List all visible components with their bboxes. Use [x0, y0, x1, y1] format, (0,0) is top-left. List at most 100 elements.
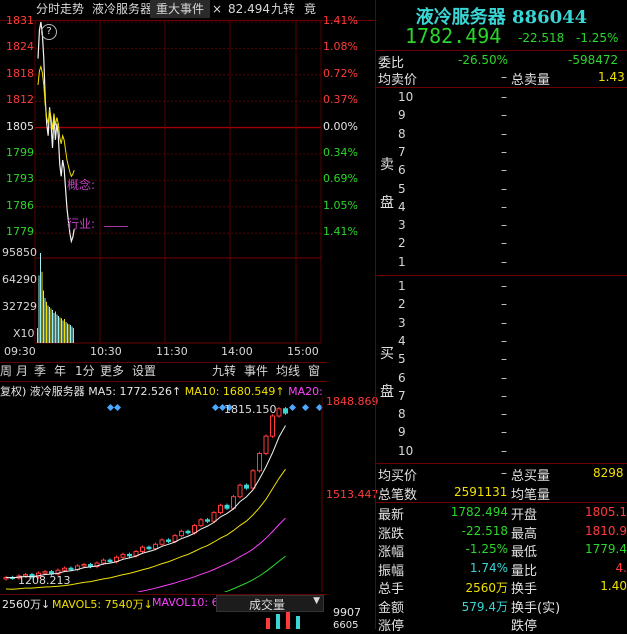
- stat-value-right: 1810.9: [585, 523, 627, 538]
- volume-bar: [47, 305, 49, 343]
- stat-value-right: 1779.4: [585, 542, 627, 556]
- pct-tick: 1.08%: [323, 40, 358, 54]
- candle-body: [270, 415, 275, 437]
- volume-bar: [71, 326, 73, 343]
- total-buy-label: 总买量: [511, 469, 551, 484]
- pct-tick: 0.37%: [323, 93, 358, 107]
- buy-level-dash: –: [501, 315, 507, 330]
- sell-level-dash: –: [501, 218, 507, 233]
- pct-tick: 0.72%: [323, 66, 358, 80]
- volume-bar: [52, 310, 53, 343]
- tab-nine-turn[interactable]: 九转: [271, 0, 295, 18]
- kline-legend: 复权) 液冷服务器 MA5: 1772.526↑ MA10: 1680.549↑…: [0, 383, 323, 398]
- total-trades-val: 2591131: [454, 485, 508, 499]
- candle-body: [263, 435, 269, 454]
- volume-bar: [55, 311, 56, 343]
- vol-axis-2: 6605: [333, 620, 359, 631]
- volume-bar: [40, 253, 41, 343]
- tab-nine-turn-k[interactable]: 九转: [212, 363, 236, 380]
- volume-bar: [59, 317, 61, 343]
- sell-level-dash: –: [501, 90, 507, 104]
- stat-value-left: -1.25%: [465, 542, 508, 556]
- stat-value-right: 1.40: [600, 579, 627, 593]
- candle-body: [159, 539, 165, 545]
- candle-body: [218, 504, 223, 514]
- stat-label-left: 涨停: [378, 619, 405, 634]
- volume-bar: [46, 301, 47, 343]
- sell-level-dash: –: [501, 108, 507, 123]
- event-marker: [113, 403, 122, 412]
- price-tick: 1799: [6, 146, 34, 159]
- tab-settings[interactable]: 设置: [132, 363, 156, 380]
- vol-tick: 64290: [2, 273, 37, 286]
- price-tick: 1805: [6, 119, 34, 133]
- sep-3: [376, 275, 627, 276]
- buy-level-dash: –: [501, 443, 507, 458]
- tab-1min[interactable]: 1分: [75, 363, 95, 380]
- candle-body: [120, 553, 126, 558]
- close-tab-icon[interactable]: ×: [212, 0, 222, 18]
- tab-intraday[interactable]: 分时走势: [36, 0, 84, 18]
- volume-bar: [67, 323, 68, 343]
- tab-quarter[interactable]: 季: [34, 363, 46, 380]
- price-tick: 1793: [6, 172, 34, 186]
- tab-stock-name[interactable]: 液冷服务器: [92, 0, 152, 18]
- tab-more[interactable]: 更多: [100, 363, 124, 380]
- total-trades-label: 总笔数: [378, 488, 418, 503]
- buy-level-num: 7: [398, 388, 406, 403]
- tab-events-k[interactable]: 事件: [244, 363, 268, 380]
- candle-body: [68, 567, 74, 570]
- stat-label-left: 总手: [378, 582, 405, 597]
- sell-level-dash: –: [501, 236, 507, 251]
- vol-axis: 9907: [333, 606, 361, 619]
- volume-bar: [49, 307, 50, 343]
- buy-level-num: 10: [398, 443, 414, 458]
- sell-level-dash: –: [501, 126, 507, 141]
- event-marker: [211, 403, 220, 412]
- tab-window[interactable]: 窗: [308, 363, 320, 380]
- tab-year[interactable]: 年: [54, 363, 66, 380]
- sell-level-num: 10: [398, 90, 414, 104]
- stat-label-right: 最高: [511, 526, 538, 542]
- dash: –: [501, 70, 507, 84]
- buy-level-num: 6: [398, 370, 406, 385]
- time-tick: 11:30: [156, 345, 188, 358]
- sell-level-dash: –: [501, 254, 507, 269]
- price-line: [37, 21, 75, 244]
- candle-body: [257, 452, 262, 472]
- left-tab-bar: 分时走势 液冷服务器 重大事件 × 82.494 九转 竟: [0, 0, 375, 21]
- volume-bar: [68, 324, 70, 343]
- sell-level-num: 9: [398, 108, 406, 123]
- candle-body: [192, 525, 197, 534]
- concept-label: 概念:: [67, 178, 96, 192]
- kline-axis-top: 1848.869: [326, 395, 379, 408]
- sep-4: [376, 463, 627, 464]
- sell-side-label-2: 盘: [380, 195, 394, 211]
- candle-body: [276, 408, 282, 417]
- mavol10: MAVOL10: 6: [152, 596, 219, 609]
- tab-week[interactable]: 周: [0, 363, 12, 380]
- volume-bar: [44, 298, 46, 343]
- kline-axis-mid: 1513.447: [326, 488, 379, 501]
- buy-level-num: 3: [398, 315, 406, 330]
- tab-major-events[interactable]: 重大事件: [150, 0, 211, 18]
- volume-bar: [58, 316, 59, 343]
- candle-body: [231, 496, 236, 509]
- buy-level-dash: –: [501, 370, 507, 385]
- stat-label-right: 跌停: [511, 619, 538, 634]
- candle-body: [81, 563, 87, 567]
- kline-high-label: 1815.150: [224, 403, 277, 416]
- vol-value: 2560万↓: [2, 598, 51, 611]
- event-marker: [301, 403, 310, 412]
- buy-level-num: 9: [398, 425, 406, 440]
- buy-level-num: 5: [398, 352, 406, 367]
- tab-ma-line[interactable]: 均线: [276, 363, 300, 380]
- help-icon[interactable]: ?: [41, 24, 57, 40]
- tab-month[interactable]: 月: [16, 363, 28, 380]
- quote-change-pct: -1.25%: [576, 31, 619, 45]
- stat-label-left: 涨跌: [378, 526, 405, 542]
- tab-bid[interactable]: 竟: [304, 0, 316, 18]
- pct-tick: 1.05%: [323, 198, 358, 212]
- volume-bar: [53, 313, 55, 343]
- stat-value-left: 1782.494: [450, 505, 508, 519]
